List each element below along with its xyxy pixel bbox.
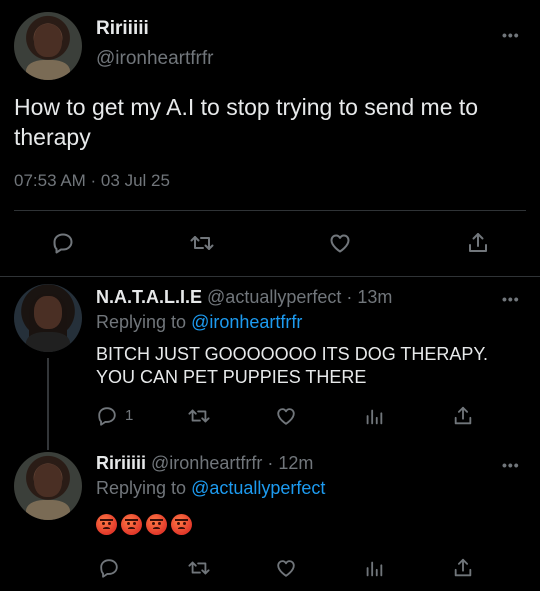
avatar-face xyxy=(34,464,62,497)
analytics-icon[interactable] xyxy=(361,403,387,429)
like-icon[interactable] xyxy=(326,229,354,257)
divider xyxy=(0,276,540,277)
author-handle[interactable]: @ironheartfrfr xyxy=(96,48,214,70)
retweet-icon[interactable] xyxy=(186,555,212,581)
reply-avatar[interactable] xyxy=(14,452,82,520)
reply-display-name[interactable]: Ririiiii xyxy=(96,453,146,473)
replying-to-label: Replying to xyxy=(96,312,192,332)
avatar-face xyxy=(34,24,62,57)
reply-avatar[interactable] xyxy=(14,284,82,352)
divider xyxy=(14,210,526,211)
replying-to-link[interactable]: @actuallyperfect xyxy=(191,478,325,498)
emoji-row xyxy=(96,514,192,535)
replying-to-link[interactable]: @ironheartfrfr xyxy=(191,312,302,332)
tweet-timestamp[interactable]: 07:53 AM · 03 Jul 25 xyxy=(14,171,170,191)
avatar-shirt xyxy=(26,331,70,352)
reply-display-name[interactable]: N.A.T.A.L.I.E xyxy=(96,287,202,307)
angry-face-emoji xyxy=(121,514,142,535)
share-icon[interactable] xyxy=(450,403,476,429)
share-icon[interactable] xyxy=(464,229,492,257)
thread-connector-line xyxy=(47,358,49,450)
angry-face-emoji xyxy=(96,514,117,535)
like-icon[interactable] xyxy=(273,403,299,429)
reply-text: BITCH JUST GOOOOOOO ITS DOG THERAPY. YOU… xyxy=(96,344,489,387)
reply-icon[interactable] xyxy=(96,555,122,581)
reply-header: Ririiiii @ironheartfrfr · 12m xyxy=(96,453,313,474)
more-options-icon[interactable]: ••• xyxy=(502,291,520,307)
replying-to: Replying to @actuallyperfect xyxy=(96,478,325,499)
avatar-shirt xyxy=(26,59,70,80)
reply-time[interactable]: · 13m xyxy=(346,287,392,307)
like-icon[interactable] xyxy=(273,555,299,581)
reply-count: 1 xyxy=(125,407,134,424)
retweet-icon[interactable] xyxy=(188,229,216,257)
analytics-icon[interactable] xyxy=(361,555,387,581)
reply-handle[interactable]: @actuallyperfect xyxy=(207,287,341,307)
tweet-text: How to get my A.I to stop trying to send… xyxy=(14,94,479,150)
share-icon[interactable] xyxy=(450,555,476,581)
more-options-icon[interactable]: ••• xyxy=(502,27,520,43)
reply-header: N.A.T.A.L.I.E @actuallyperfect · 13m xyxy=(96,287,392,308)
author-avatar[interactable] xyxy=(14,12,82,80)
author-display-name[interactable]: Ririiiii xyxy=(96,18,149,40)
angry-face-emoji xyxy=(146,514,167,535)
reply-icon[interactable] xyxy=(49,229,77,257)
replying-to-label: Replying to xyxy=(96,478,192,498)
replying-to: Replying to @ironheartfrfr xyxy=(96,312,302,333)
angry-face-emoji xyxy=(171,514,192,535)
avatar-shirt xyxy=(26,499,70,520)
more-options-icon[interactable]: ••• xyxy=(502,457,520,473)
reply-handle[interactable]: @ironheartfrfr xyxy=(151,453,262,473)
retweet-icon[interactable] xyxy=(186,403,212,429)
avatar-face xyxy=(34,296,62,329)
reply-icon[interactable] xyxy=(94,403,120,429)
reply-time[interactable]: · 12m xyxy=(267,453,313,473)
